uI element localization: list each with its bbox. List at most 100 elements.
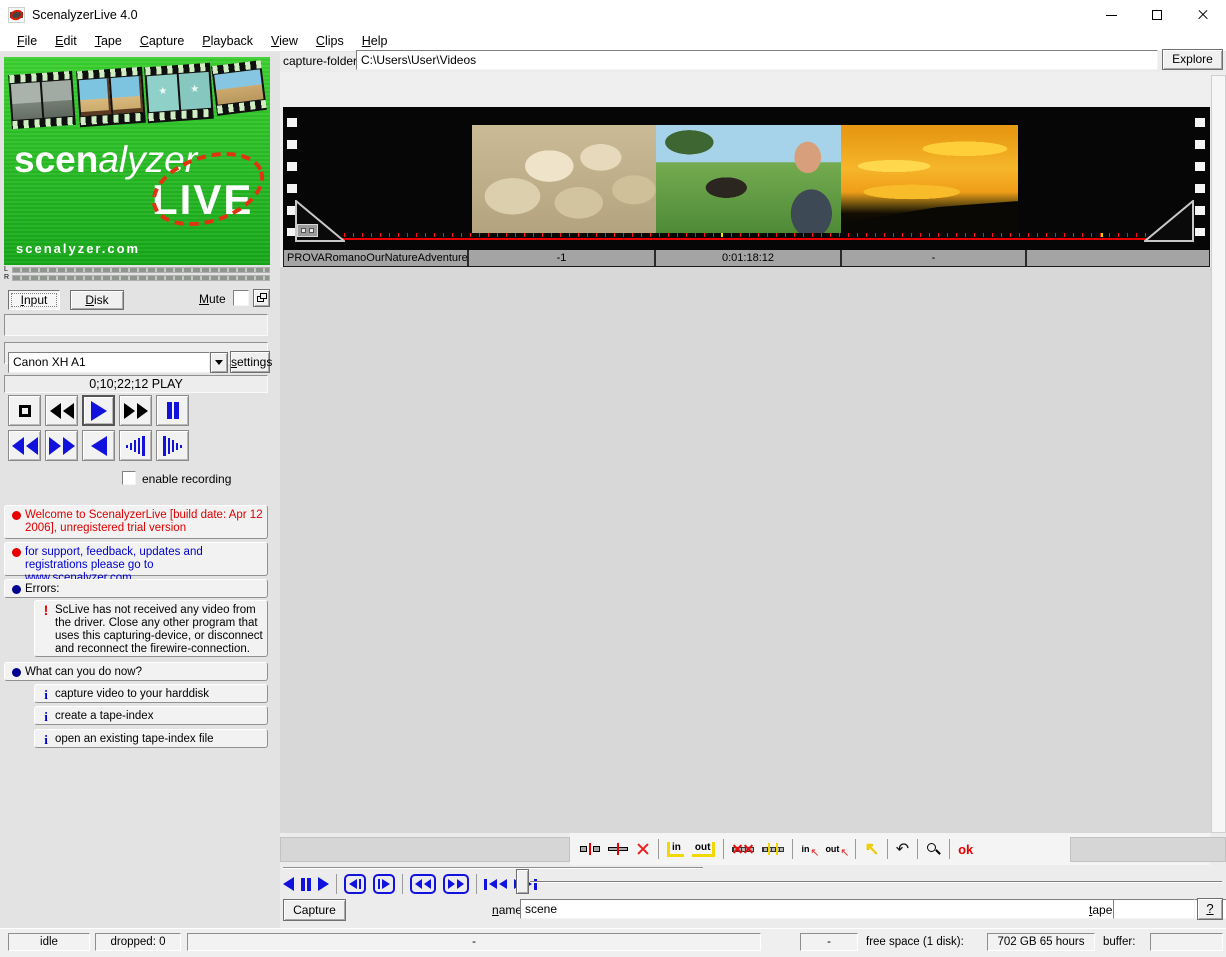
frame-forward-icon xyxy=(378,879,380,889)
blue-dot-icon xyxy=(7,583,25,594)
float-window-button[interactable] xyxy=(253,289,270,307)
transport-separator xyxy=(476,874,477,894)
delete-marked-button[interactable] xyxy=(732,843,755,855)
jump-forward-button[interactable] xyxy=(443,874,469,894)
minimize-button[interactable] xyxy=(1088,0,1134,30)
toolbar-separator xyxy=(658,839,659,859)
message-welcome: Welcome to ScenalyzerLive [build date: A… xyxy=(4,505,268,539)
frame-step-forward-button[interactable] xyxy=(373,874,395,894)
fast-forward-button[interactable] xyxy=(119,395,152,426)
enable-recording-label: enable recording xyxy=(142,472,232,486)
menu-edit[interactable]: Edit xyxy=(46,34,86,48)
scrub-slider-track[interactable] xyxy=(530,881,1222,883)
menu-capture[interactable]: Capture xyxy=(131,34,193,48)
toolbar-separator xyxy=(723,839,725,859)
tape-label: tape: xyxy=(1089,903,1116,917)
vertical-scrollbar[interactable] xyxy=(1211,75,1226,833)
exclamation-icon: ! xyxy=(43,602,49,618)
status-bar: idle dropped: 0 - - free space (1 disk):… xyxy=(0,928,1226,957)
slow-reverse-button[interactable] xyxy=(156,430,189,461)
menu-clips[interactable]: Clips xyxy=(307,34,353,48)
scrub-slider-handle[interactable] xyxy=(516,869,529,894)
tape-input[interactable] xyxy=(1113,899,1195,919)
thumbnail-sheep-flock[interactable] xyxy=(472,125,656,233)
action-create-tape-index[interactable]: i create a tape-index xyxy=(34,706,268,725)
goto-in-point-button[interactable]: in ↖ xyxy=(801,844,819,859)
capture-folder-input[interactable] xyxy=(356,50,1158,70)
explore-button[interactable]: Explore xyxy=(1162,49,1223,70)
thumbnail-boy-with-horse[interactable] xyxy=(656,125,841,233)
tape-icon xyxy=(297,224,318,237)
ok-button[interactable]: ok xyxy=(958,842,973,857)
menu-file[interactable]: File xyxy=(8,34,46,48)
close-button[interactable] xyxy=(1180,0,1226,30)
device-select[interactable]: Canon XH A1 xyxy=(8,352,228,373)
app-icon xyxy=(8,7,25,23)
preview-transport xyxy=(283,871,537,897)
toolbar-separator xyxy=(917,839,919,859)
capture-button[interactable]: Capture xyxy=(283,899,346,921)
frame-step-back-button[interactable] xyxy=(344,874,366,894)
preview-pause-button[interactable] xyxy=(301,877,311,891)
select-tool-button[interactable]: ↖ xyxy=(864,839,878,859)
skip-back-button[interactable] xyxy=(8,430,41,461)
audio-level-meters: L R xyxy=(4,266,270,282)
scene-label[interactable]: 0:01:18:12 xyxy=(656,250,842,266)
tape-help-button[interactable]: ? xyxy=(1197,898,1223,920)
scene-label[interactable] xyxy=(1027,250,1209,266)
play-reverse-button[interactable] xyxy=(82,430,115,461)
disk-button[interactable]: Disk xyxy=(70,290,124,310)
play-button[interactable] xyxy=(82,395,115,426)
scene-label[interactable]: PROVARomanoOurNatureAdventure xyxy=(284,250,469,266)
meter-right-label: R xyxy=(4,274,10,281)
scene-label[interactable]: - xyxy=(842,250,1027,266)
menu-bar: File Edit Tape Capture Playback View Cli… xyxy=(0,30,1226,52)
free-space-label: free space (1 disk): xyxy=(866,936,964,948)
menu-help[interactable]: Help xyxy=(353,34,397,48)
input-button[interactable]: Input xyxy=(8,290,60,310)
set-in-point-button[interactable]: in xyxy=(667,841,684,857)
status-dropped-frames: dropped: 0 xyxy=(95,933,181,951)
undo-button[interactable]: ↶ xyxy=(896,839,909,859)
menu-view[interactable]: View xyxy=(262,34,307,48)
split-scene-button[interactable] xyxy=(580,843,600,855)
goto-start-button[interactable] xyxy=(484,878,507,890)
thumbnail-sunset[interactable] xyxy=(841,125,1018,233)
play-icon xyxy=(318,877,329,891)
scene-label[interactable]: -1 xyxy=(469,250,656,266)
timeline[interactable] xyxy=(299,238,1192,240)
bottom-control-zone: in out in ↖ out ↖ ↖ ↶ ok Capture name: s… xyxy=(280,833,1226,928)
goto-out-point-button[interactable]: out ↖ xyxy=(825,844,849,859)
action-open-tape-index[interactable]: i open an existing tape-index file xyxy=(34,729,268,748)
pause-button[interactable] xyxy=(156,395,189,426)
device-dropdown-button[interactable] xyxy=(210,352,228,373)
jump-back-button[interactable] xyxy=(410,874,436,894)
logo-film-segment xyxy=(76,66,146,128)
enable-recording-checkbox[interactable] xyxy=(122,471,136,485)
delete-scene-button[interactable] xyxy=(636,842,650,856)
stop-button[interactable] xyxy=(8,395,41,426)
red-dot-icon xyxy=(7,546,25,572)
join-scenes-button[interactable] xyxy=(608,843,628,855)
mute-checkbox[interactable] xyxy=(233,290,249,306)
rewind-button[interactable] xyxy=(45,395,78,426)
keep-marked-button[interactable] xyxy=(762,843,785,855)
fast-forward-icon xyxy=(123,402,135,419)
preview-play-reverse-button[interactable] xyxy=(283,877,294,891)
capture-folder-label: capture-folder: xyxy=(283,54,361,68)
settings-button[interactable]: settings xyxy=(230,351,272,373)
action-capture-video[interactable]: i capture video to your harddisk xyxy=(34,684,268,703)
info-icon: i xyxy=(44,709,48,724)
preview-play-button[interactable] xyxy=(318,877,329,891)
skip-forward-button[interactable] xyxy=(45,430,78,461)
minimize-icon xyxy=(1105,14,1117,16)
slow-forward-button[interactable] xyxy=(119,430,152,461)
menu-tape[interactable]: Tape xyxy=(86,34,131,48)
maximize-button[interactable] xyxy=(1134,0,1180,30)
main-upper-gap xyxy=(280,72,1226,107)
menu-playback[interactable]: Playback xyxy=(193,34,262,48)
audio-meter-right xyxy=(12,275,270,281)
set-out-point-button[interactable]: out xyxy=(691,841,716,857)
zoom-button[interactable] xyxy=(926,842,941,857)
skip-back-icon xyxy=(11,436,24,455)
